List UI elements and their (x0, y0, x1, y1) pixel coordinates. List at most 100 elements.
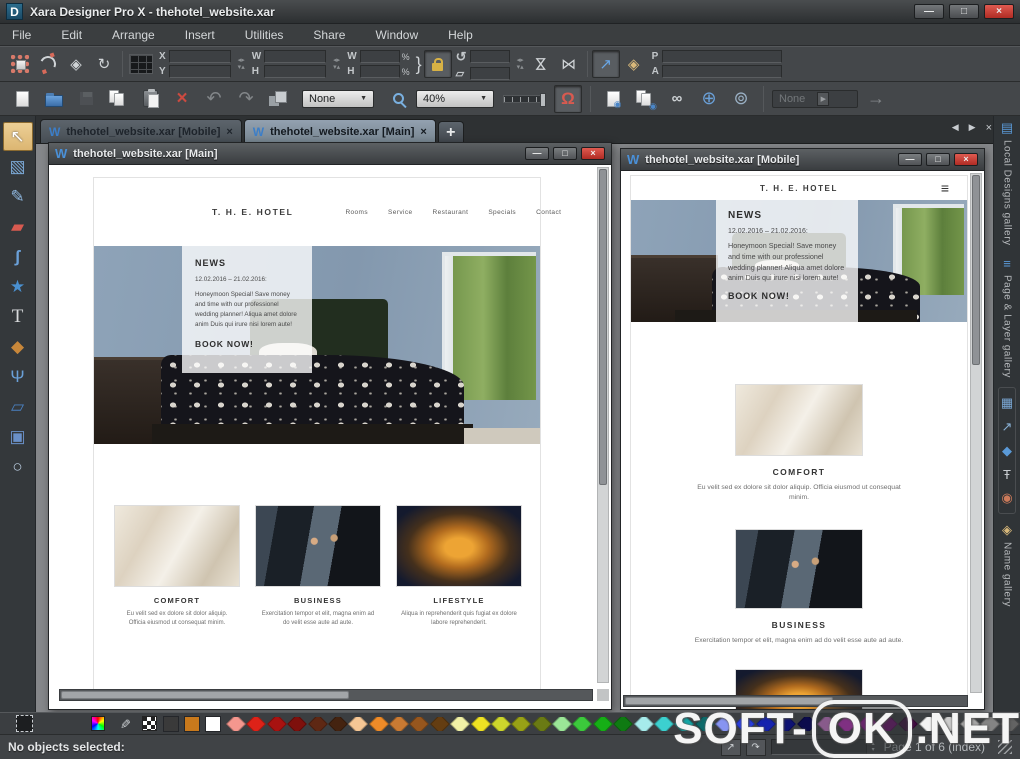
tool-photo-edit[interactable]: ✎ (3, 182, 33, 211)
bitmap-gallery-icon[interactable]: ▦ (1001, 395, 1013, 411)
tab-main-document[interactable]: W thehotel_website.xar [Main] × (244, 119, 436, 143)
color-swatch[interactable] (348, 717, 368, 731)
local-designs-gallery-tab[interactable]: ▤ Local Designs gallery (1001, 120, 1013, 246)
flip-horizontal-button[interactable]: ⋈ (527, 50, 555, 78)
close-button[interactable]: × (954, 153, 978, 166)
font-gallery-icon[interactable]: Ŧ (1003, 467, 1011, 482)
color-swatch[interactable] (532, 717, 552, 731)
export-website-button[interactable]: ⊕ (695, 85, 723, 113)
name-gallery-tab[interactable]: ◈ Name gallery (1002, 522, 1013, 607)
paste-button[interactable] (136, 85, 164, 113)
color-swatch[interactable] (491, 717, 511, 731)
a-field[interactable] (662, 65, 782, 78)
flip-vertical-button[interactable]: ⋈ (555, 50, 583, 78)
redo-button[interactable]: ↷ (232, 85, 260, 113)
tab-scroll-left-button[interactable]: ◀ (952, 122, 959, 134)
color-swatch[interactable] (163, 716, 179, 732)
height-field[interactable] (264, 65, 326, 78)
copy-button[interactable] (104, 85, 132, 113)
maximize-button[interactable]: □ (949, 4, 979, 19)
preset-arrow-button[interactable]: ▶ (817, 92, 829, 106)
p-field[interactable] (662, 50, 782, 63)
color-swatch[interactable] (308, 717, 328, 731)
name-tag-button[interactable]: ◈ (620, 50, 648, 78)
zoom-tool-button[interactable] (384, 85, 412, 113)
vertical-scrollbar[interactable] (970, 173, 982, 693)
stretch-preset-select[interactable]: None ▶ (772, 90, 858, 108)
preview-website-button[interactable] (631, 85, 659, 113)
menu-window[interactable]: Window (375, 28, 418, 42)
tool-photo-heal[interactable]: ▧ (3, 152, 33, 181)
width-field[interactable] (264, 50, 326, 63)
maximize-button[interactable]: □ (553, 147, 577, 160)
new-tab-button[interactable]: + (438, 121, 464, 143)
line-gallery-icon[interactable]: ↗ (1002, 419, 1013, 435)
rotate-spinners[interactable]: ◂▸ ▾▴ (517, 57, 524, 71)
mobile-canvas[interactable]: T. H. E. HOTEL ≡ NEWS 12.02.2016 – 21.02… (621, 171, 984, 709)
height-percent-field[interactable] (360, 65, 400, 78)
show-edit-handles-button[interactable]: ↗ (592, 50, 620, 78)
forward-button[interactable]: → (862, 85, 890, 113)
eyedropper-icon[interactable]: ✎ (117, 718, 133, 729)
tab-close-icon[interactable]: × (420, 126, 426, 138)
minimize-button[interactable]: — (914, 4, 944, 19)
tool-fill[interactable]: ◆ (3, 332, 33, 361)
menu-edit[interactable]: Edit (61, 28, 82, 42)
y-field[interactable] (169, 65, 231, 78)
page-layer-gallery-tab[interactable]: ≡ Page & Layer gallery (1002, 256, 1013, 378)
color-swatch[interactable] (450, 717, 470, 731)
tool-text[interactable]: T (3, 302, 33, 331)
minimize-button[interactable]: — (525, 147, 549, 160)
tool-erase[interactable]: ▰ (3, 212, 33, 241)
horizontal-scrollbar[interactable] (59, 689, 593, 701)
rotate-field[interactable] (470, 50, 510, 63)
undo-button[interactable]: ↶ (200, 85, 228, 113)
scrollbar-thumb[interactable] (972, 175, 980, 365)
selection-handles-button[interactable] (6, 50, 34, 78)
tab-close-all-button[interactable]: × (986, 122, 992, 134)
tool-shadow[interactable]: ▱ (3, 392, 33, 421)
color-swatch[interactable] (247, 717, 267, 731)
color-swatch[interactable] (654, 717, 674, 731)
maximize-button[interactable]: □ (926, 153, 950, 166)
menu-arrange[interactable]: Arrange (112, 28, 155, 42)
tab-mobile-document[interactable]: W thehotel_website.xar [Mobile] × (40, 119, 242, 143)
mobile-window-titlebar[interactable]: W thehotel_website.xar [Mobile] — □ × (621, 149, 984, 171)
color-swatch[interactable] (287, 717, 307, 731)
color-swatch[interactable] (389, 717, 409, 731)
color-swatch[interactable] (634, 717, 654, 731)
color-swatch[interactable] (430, 717, 450, 731)
curve-edit-button[interactable] (34, 50, 62, 78)
preview-page-button[interactable] (599, 85, 627, 113)
hyperlink-button[interactable]: ∞ (663, 85, 691, 113)
tab-close-icon[interactable]: × (226, 126, 232, 138)
width-percent-field[interactable] (360, 50, 400, 63)
menu-share[interactable]: Share (313, 28, 345, 42)
color-swatch[interactable] (471, 717, 491, 731)
close-button[interactable]: × (984, 4, 1014, 19)
feather-slider[interactable] (498, 85, 550, 113)
publish-website-button[interactable]: ⊚ (727, 85, 755, 113)
color-swatch[interactable] (328, 717, 348, 731)
zoom-level-select[interactable]: 40% ▼ (416, 90, 494, 108)
transparency-swatch[interactable] (142, 716, 157, 731)
table-grid-button[interactable] (127, 50, 155, 78)
save-button[interactable] (72, 85, 100, 113)
minimize-button[interactable]: — (898, 153, 922, 166)
fill-style-button[interactable]: ◈ (62, 50, 90, 78)
vertical-scrollbar[interactable] (597, 167, 609, 683)
menu-file[interactable]: File (12, 28, 31, 42)
rotate-mode-button[interactable]: ↻ (90, 50, 118, 78)
color-swatch[interactable] (573, 717, 593, 731)
color-swatch[interactable] (410, 717, 430, 731)
no-color-swatch[interactable] (16, 715, 33, 732)
menu-insert[interactable]: Insert (185, 28, 215, 42)
color-swatch[interactable] (593, 717, 613, 731)
delete-button[interactable]: × (168, 85, 196, 113)
quality-select[interactable]: None ▼ (302, 90, 374, 108)
tool-zoom[interactable]: ○ (3, 452, 33, 481)
tool-quickshape[interactable]: ★ (3, 272, 33, 301)
lock-aspect-button[interactable] (424, 50, 452, 78)
color-swatch[interactable] (226, 717, 246, 731)
tool-transparency[interactable]: Ψ (3, 362, 33, 391)
